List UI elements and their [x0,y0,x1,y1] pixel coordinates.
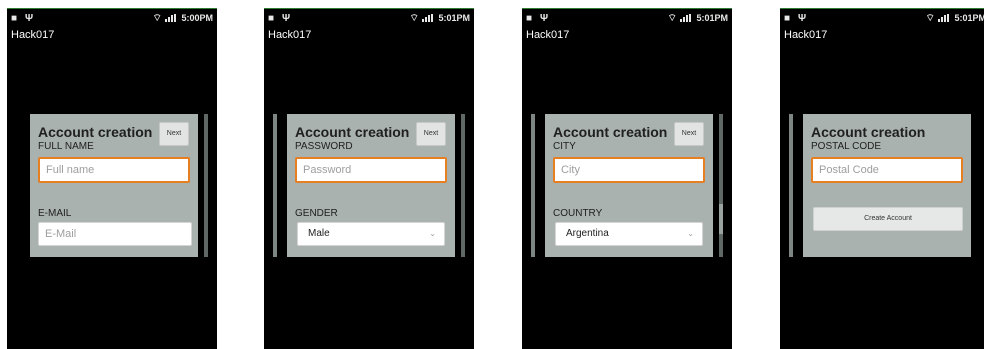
android-notification-icon: ■ [526,12,533,24]
next-button[interactable]: Next [674,122,704,146]
status-bar: ■ Ψ ⌔ 5:01PM [268,10,470,26]
form-title: Account creation [811,124,926,140]
scroll-thumb[interactable] [719,204,723,234]
app-title: Hack017 [784,29,828,41]
email-label: E-MAIL [38,208,72,219]
wifi-icon: ⌔ [409,12,419,24]
create-account-button[interactable]: Create Account [813,207,963,231]
country-label: COUNTRY [553,208,603,219]
status-line [780,8,984,9]
form-title: Account creation [38,124,153,140]
signal-icon [938,14,950,22]
usb-icon: Ψ [540,12,549,24]
left-pager-edge [789,114,793,257]
phone-screen-2: ■ Ψ ⌔ 5:01PM Hack017 Account creation Ne… [264,8,474,349]
wifi-icon: ⌔ [152,12,162,24]
country-value: Argentina [566,228,609,239]
left-pager-edge [273,114,277,257]
form-title: Account creation [553,124,668,140]
account-form-panel: Account creation Next FULL NAME Full nam… [30,114,198,257]
android-notification-icon: ■ [11,12,18,24]
status-line [7,8,217,9]
chevron-down-icon: ⌄ [687,229,694,238]
usb-icon: Ψ [282,12,291,24]
gender-select[interactable]: Male ⌄ [297,222,445,246]
status-line [264,8,474,9]
full-name-input[interactable]: Full name [38,157,190,183]
phone-screen-4: ■ Ψ ⌔ 5:01PM Hack017 Account creation PO… [780,8,984,349]
country-select[interactable]: Argentina ⌄ [555,222,703,246]
gender-label: GENDER [295,208,338,219]
app-title: Hack017 [268,29,312,41]
status-time: 5:00PM [181,13,213,23]
account-form-panel: Account creation POSTAL CODE Postal Code… [803,114,971,257]
postal-code-input[interactable]: Postal Code [811,157,963,183]
signal-icon [680,14,692,22]
next-button[interactable]: Next [159,122,189,146]
account-form-panel: Account creation Next CITY City COUNTRY … [545,114,713,257]
phone-screen-3: ■ Ψ ⌔ 5:01PM Hack017 Account creation Ne… [522,8,732,349]
form-title: Account creation [295,124,410,140]
status-bar: ■ Ψ ⌔ 5:01PM [784,10,984,26]
status-time: 5:01PM [438,13,470,23]
wifi-icon: ⌔ [925,12,935,24]
full-name-label: FULL NAME [38,141,94,152]
wifi-icon: ⌔ [667,12,677,24]
usb-icon: Ψ [798,12,807,24]
page-scrollbar[interactable] [461,114,465,257]
email-input[interactable]: E-Mail [38,222,192,246]
left-pager-edge [531,114,535,257]
city-label: CITY [553,141,576,152]
gender-value: Male [308,228,330,239]
status-bar: ■ Ψ ⌔ 5:01PM [526,10,728,26]
phone-screen-1: ■ Ψ ⌔ 5:00PM Hack017 Account creation Ne… [7,8,217,349]
app-title: Hack017 [526,29,570,41]
android-notification-icon: ■ [784,12,791,24]
password-label: PASSWORD [295,141,353,152]
status-time: 5:01PM [954,13,984,23]
signal-icon [422,14,434,22]
page-scrollbar[interactable] [719,114,723,257]
app-title: Hack017 [11,29,55,41]
page-scrollbar[interactable] [204,114,208,257]
account-form-panel: Account creation Next PASSWORD Password … [287,114,455,257]
signal-icon [165,14,177,22]
status-time: 5:01PM [696,13,728,23]
chevron-down-icon: ⌄ [429,229,436,238]
next-button[interactable]: Next [416,122,446,146]
status-line [522,8,732,9]
password-input[interactable]: Password [295,157,447,183]
android-notification-icon: ■ [268,12,275,24]
usb-icon: Ψ [25,12,34,24]
city-input[interactable]: City [553,157,705,183]
postal-code-label: POSTAL CODE [811,141,882,152]
status-bar: ■ Ψ ⌔ 5:00PM [11,10,213,26]
